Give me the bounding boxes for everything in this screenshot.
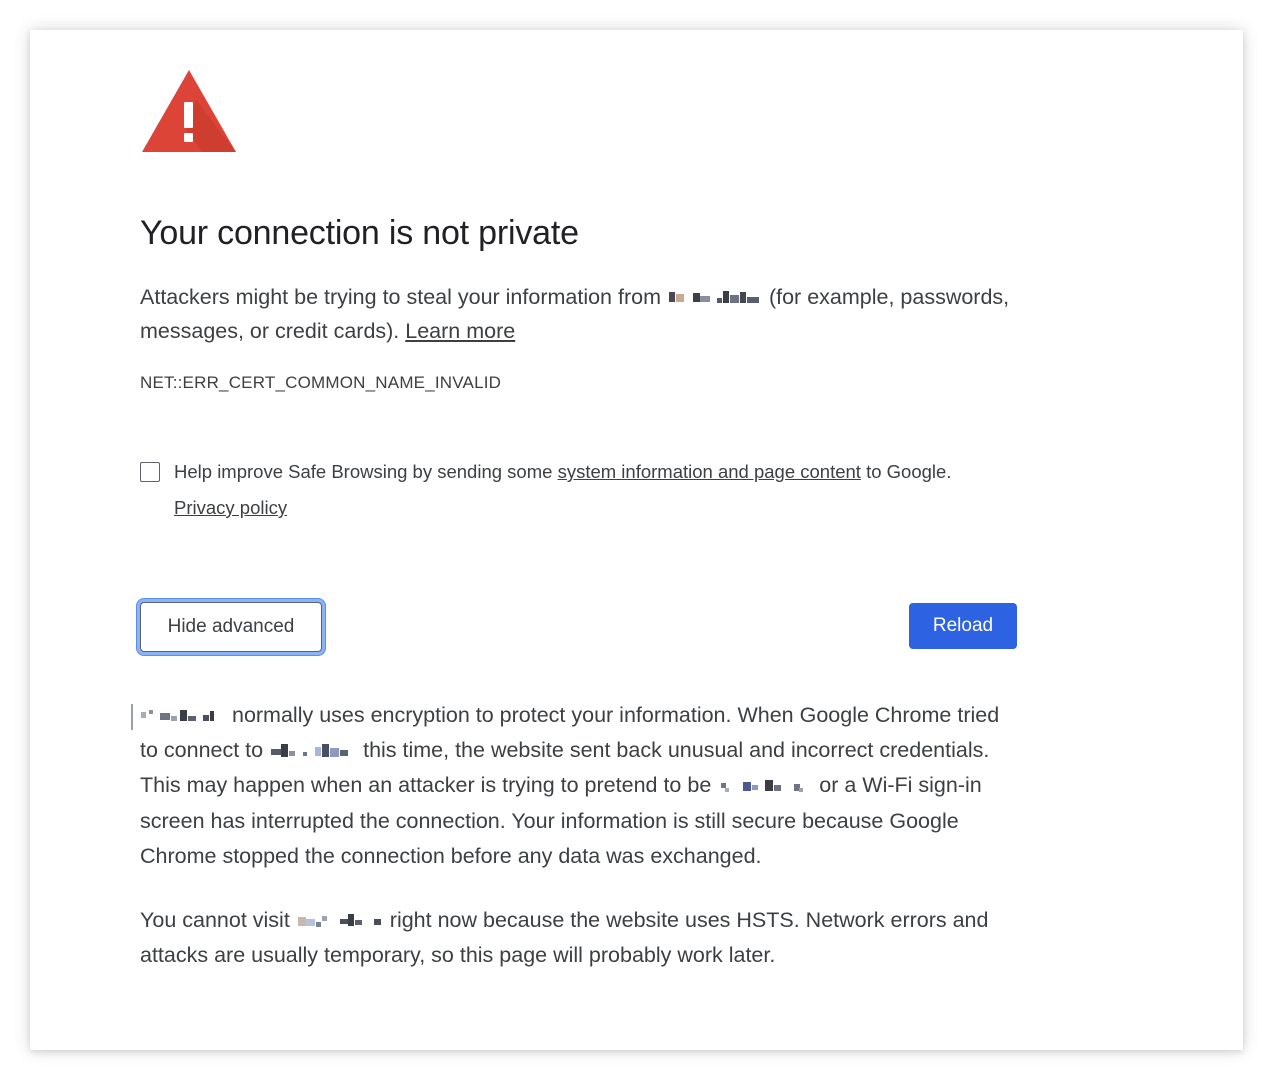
redacted-domain [296, 913, 384, 929]
browser-window: Your connection is not private Attackers… [30, 30, 1243, 1050]
safe-browsing-text-before: Help improve Safe Browsing by sending so… [174, 461, 553, 482]
hsts-text-1: You cannot visit [140, 908, 290, 932]
safe-browsing-text-after: to Google. [866, 461, 952, 482]
text-cursor [131, 704, 133, 730]
hide-advanced-button[interactable]: Hide advanced [140, 602, 322, 652]
redacted-domain [140, 708, 226, 724]
safe-browsing-checkbox[interactable] [140, 462, 160, 482]
system-info-link[interactable]: system information and page content [558, 461, 861, 482]
redacted-domain [269, 743, 357, 759]
hsts-paragraph: You cannot visit right now because the w… [140, 903, 1020, 973]
warning-triangle-icon [142, 70, 236, 152]
redacted-domain [717, 778, 813, 794]
redacted-domain [667, 290, 763, 306]
privacy-policy-link[interactable]: Privacy policy [174, 497, 287, 518]
safe-browsing-text: Help improve Safe Browsing by sending so… [174, 454, 1044, 526]
intro-text-before: Attackers might be trying to steal your … [140, 285, 661, 309]
reload-button[interactable]: Reload [909, 603, 1017, 649]
page-title: Your connection is not private [140, 214, 579, 252]
learn-more-link[interactable]: Learn more [405, 319, 515, 343]
details-paragraph: normally uses encryption to protect your… [140, 698, 1020, 874]
error-code: NET::ERR_CERT_COMMON_NAME_INVALID [140, 373, 502, 392]
main-message: Attackers might be trying to steal your … [140, 280, 1020, 348]
